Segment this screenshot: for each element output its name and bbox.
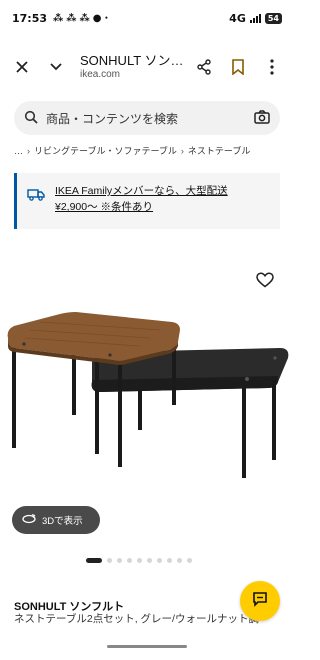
browser-toolbar: SONHULT ソン… ikea.com — [0, 44, 294, 90]
camera-icon[interactable] — [254, 109, 270, 128]
pager-dot[interactable] — [86, 557, 102, 563]
image-pager — [86, 556, 192, 564]
more-notifications-icon: • — [104, 14, 109, 22]
pager-dot[interactable] — [187, 557, 192, 563]
breadcrumb-ellipsis[interactable]: … — [14, 146, 23, 156]
bookmark-icon[interactable] — [226, 55, 250, 79]
chevron-right-icon: › — [180, 146, 184, 156]
search-icon — [24, 109, 38, 128]
chat-button[interactable] — [240, 581, 280, 621]
home-indicator[interactable] — [107, 645, 187, 648]
banner-text[interactable]: IKEA Familyメンバーなら、大型配送 ¥2,900〜 ※条件あり — [55, 183, 272, 216]
page-url: ikea.com — [80, 68, 121, 80]
share-icon[interactable] — [192, 55, 216, 79]
family-delivery-banner[interactable]: IKEA Familyメンバーなら、大型配送 ¥2,900〜 ※条件あり — [14, 173, 280, 229]
search-field[interactable]: 商品・コンテンツを検索 — [14, 101, 280, 135]
page-title-box[interactable]: SONHULT ソン… ikea.com — [80, 53, 192, 81]
chat-icon — [252, 591, 268, 611]
pager-dot[interactable] — [177, 557, 182, 563]
pager-dot[interactable] — [157, 557, 162, 563]
more-vert-icon[interactable] — [260, 55, 284, 79]
page-title: SONHULT ソン… — [80, 53, 184, 69]
pager-dot[interactable] — [147, 557, 152, 563]
rotate-3d-icon — [22, 513, 36, 528]
truck-icon — [27, 186, 45, 205]
search-input[interactable]: 商品・コンテンツを検索 — [46, 110, 254, 127]
chevron-down-icon[interactable] — [44, 55, 68, 79]
app-notification-icon: ⁂ — [53, 12, 64, 24]
notification-icons: ⁂ ⁂ ⁂ ● • — [53, 13, 108, 24]
breadcrumb-item[interactable]: ネストテーブル — [188, 146, 250, 156]
pager-dot[interactable] — [137, 557, 142, 563]
status-bar: 17:53 ⁂ ⁂ ⁂ ● • 4G 54 — [0, 0, 294, 36]
app-notification-icon: ⁂ — [66, 12, 77, 24]
signal-icon — [249, 13, 261, 23]
pager-dot[interactable] — [107, 557, 112, 563]
network-type: 4G — [229, 11, 246, 25]
pager-dot[interactable] — [117, 557, 122, 563]
status-time: 17:53 — [12, 11, 48, 25]
breadcrumb: … › リビングテーブル・ソファテーブル › ネストテーブル — [14, 144, 286, 157]
pager-dot[interactable] — [167, 557, 172, 563]
app-notification-icon: ⁂ — [79, 12, 90, 24]
battery-icon: 54 — [264, 12, 282, 24]
heart-icon[interactable] — [255, 270, 275, 290]
chevron-right-icon: › — [27, 146, 30, 156]
chat-notification-icon: ● — [92, 12, 102, 24]
product-description: ネストテーブル2点セット, グレー/ウォールナット調 — [14, 613, 259, 625]
product-image[interactable] — [0, 300, 294, 500]
close-icon[interactable] — [10, 55, 34, 79]
pager-dot[interactable] — [127, 557, 132, 563]
view-3d-label: 3Dで表示 — [42, 516, 83, 527]
product-name: SONHULT ソンフルト — [14, 601, 125, 613]
breadcrumb-item[interactable]: リビングテーブル・ソファテーブル — [34, 146, 177, 156]
view-3d-button[interactable]: 3Dで表示 — [12, 506, 100, 534]
